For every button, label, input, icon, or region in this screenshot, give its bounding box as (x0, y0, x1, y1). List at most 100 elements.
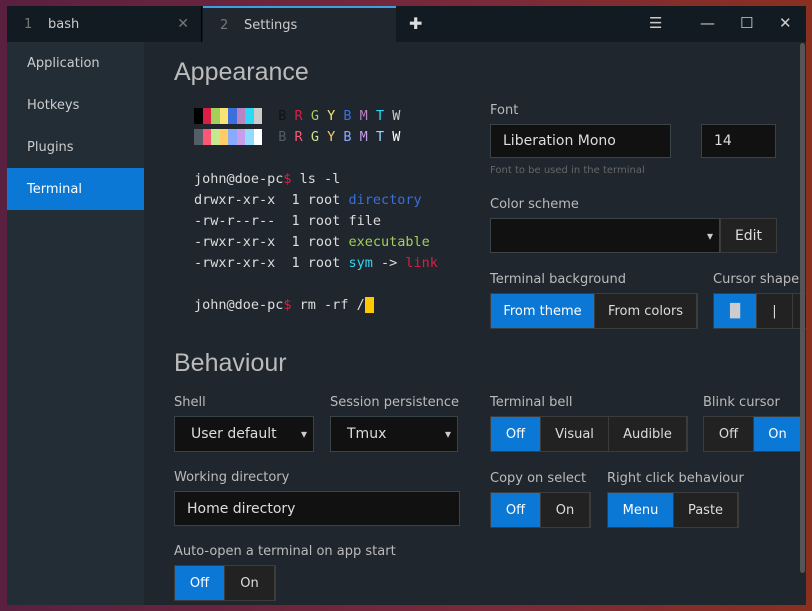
tab-label: bash (48, 16, 80, 32)
palette-swatch (253, 108, 262, 124)
terminal-background-label: Terminal background (490, 272, 626, 287)
palette-letter: G (310, 108, 319, 124)
copy-off-option[interactable]: Off (491, 493, 541, 527)
palette-letter: B (343, 108, 352, 124)
command: ls -l (291, 171, 341, 187)
from-colors-option[interactable]: From colors (595, 294, 697, 328)
tab-settings[interactable]: 2 Settings (203, 6, 396, 42)
palette-letter: Y (327, 129, 336, 145)
auto-open-toggle: Off On (174, 565, 276, 601)
close-icon[interactable]: ✕ (177, 16, 189, 32)
color-scheme-label: Color scheme (490, 197, 579, 212)
palette-swatch (211, 129, 220, 145)
bell-visual-option[interactable]: Visual (541, 417, 609, 451)
sidebar-item-application[interactable]: Application (7, 42, 144, 84)
palette-swatch (219, 108, 228, 124)
from-theme-option[interactable]: From theme (491, 294, 595, 328)
auto-open-off-option[interactable]: Off (175, 566, 225, 600)
right-click-menu-option[interactable]: Menu (608, 493, 674, 527)
cursor-beam-option[interactable]: | (757, 294, 793, 328)
blink-cursor-toggle: Off On (703, 416, 803, 452)
working-directory-label: Working directory (174, 470, 290, 485)
palette-letter: Y (327, 108, 336, 124)
tab-label: Settings (244, 17, 298, 33)
auto-open-label: Auto-open a terminal on app start (174, 544, 396, 559)
font-label: Font (490, 103, 519, 118)
cursor-shape-label: Cursor shape (713, 272, 800, 287)
prompt: john@doe-pc (194, 171, 284, 187)
sidebar-item-hotkeys[interactable]: Hotkeys (7, 84, 144, 126)
sidebar: Application Hotkeys Plugins Terminal (7, 42, 144, 605)
shell-label: Shell (174, 395, 206, 410)
palette-letter: M (359, 108, 368, 124)
shell-select[interactable]: User default (174, 416, 314, 452)
palette-letter: R (294, 129, 303, 145)
session-persistence-select[interactable]: Tmux (330, 416, 458, 452)
palette-letter: T (375, 108, 385, 124)
palette-swatch (219, 129, 228, 145)
palette-swatch (202, 108, 211, 124)
terminal-preview: B R G Y B M T W B R G Y B M T W john@doe… (194, 106, 438, 316)
blink-on-option[interactable]: On (754, 417, 802, 451)
sidebar-item-terminal[interactable]: Terminal (7, 168, 144, 210)
terminal-background-toggle: From theme From colors (490, 293, 698, 329)
copy-on-select-label: Copy on select (490, 471, 587, 486)
font-size-input[interactable]: 14 (701, 124, 776, 158)
palette-swatch (228, 108, 237, 124)
copy-on-select-toggle: Off On (490, 492, 591, 528)
copy-on-option[interactable]: On (541, 493, 590, 527)
prompt-dollar: $ (283, 171, 292, 187)
ls-row: -rwxr-xr-x 1 root sym -> link (194, 255, 438, 271)
edit-button[interactable]: Edit (720, 218, 777, 253)
palette-letter: B (343, 129, 352, 145)
command: rm -rf / (291, 297, 365, 313)
working-directory-input[interactable]: Home directory (174, 491, 460, 526)
palette-swatch (211, 108, 220, 124)
new-tab-plus-icon[interactable]: ✚ (409, 14, 422, 33)
blink-off-option[interactable]: Off (704, 417, 754, 451)
prompt-dollar: $ (283, 297, 292, 313)
prompt: john@doe-pc (194, 297, 284, 313)
cursor-shape-toggle: █ | (713, 293, 806, 329)
palette-letter: W (392, 129, 401, 145)
settings-sliders-icon[interactable]: ☰ (649, 14, 662, 32)
settings-panel: Appearance B R G Y B M T W B R G Y B M T… (144, 42, 806, 605)
font-input[interactable]: Liberation Mono (490, 124, 671, 158)
right-click-paste-option[interactable]: Paste (674, 493, 738, 527)
terminal-bell-label: Terminal bell (490, 395, 573, 410)
palette-swatch (245, 108, 254, 124)
sidebar-item-plugins[interactable]: Plugins (7, 126, 144, 168)
bell-audible-option[interactable]: Audible (609, 417, 687, 451)
palette-letter: B (278, 129, 287, 145)
palette-swatch (228, 129, 237, 145)
app-window: 1 bash ✕ 2 Settings ✚ ☰ — ☐ ✕ Application H… (7, 6, 806, 605)
color-scheme-select[interactable] (490, 218, 720, 253)
tab-bash[interactable]: 1 bash ✕ (7, 6, 202, 42)
palette-swatch (194, 129, 203, 145)
minimize-icon[interactable]: — (700, 14, 715, 32)
palette-swatch (194, 108, 203, 124)
session-persistence-label: Session persistence (330, 395, 459, 410)
cursor-block (364, 297, 374, 313)
palette-letter: B (278, 108, 287, 124)
window-close-icon[interactable]: ✕ (779, 14, 792, 32)
terminal-bell-toggle: Off Visual Audible (490, 416, 688, 452)
palette-letter: W (392, 108, 401, 124)
section-title-behaviour: Behaviour (174, 349, 287, 377)
font-hint: Font to be used in the terminal (490, 165, 645, 176)
auto-open-on-option[interactable]: On (225, 566, 275, 600)
scrollbar[interactable] (800, 43, 805, 573)
right-click-label: Right click behaviour (607, 471, 744, 486)
palette-letter: R (294, 108, 303, 124)
palette-swatch (245, 129, 254, 145)
palette-letter: G (310, 129, 319, 145)
cursor-block-option[interactable]: █ (714, 294, 757, 328)
blink-cursor-label: Blink cursor (703, 395, 780, 410)
ls-row: -rw-r--r-- 1 root file (194, 213, 381, 229)
palette-swatch (236, 108, 245, 124)
maximize-icon[interactable]: ☐ (740, 14, 753, 32)
tab-number: 1 (24, 16, 33, 32)
bell-off-option[interactable]: Off (491, 417, 541, 451)
palette-swatch (202, 129, 211, 145)
ls-row: -rwxr-xr-x 1 root executable (194, 234, 430, 250)
